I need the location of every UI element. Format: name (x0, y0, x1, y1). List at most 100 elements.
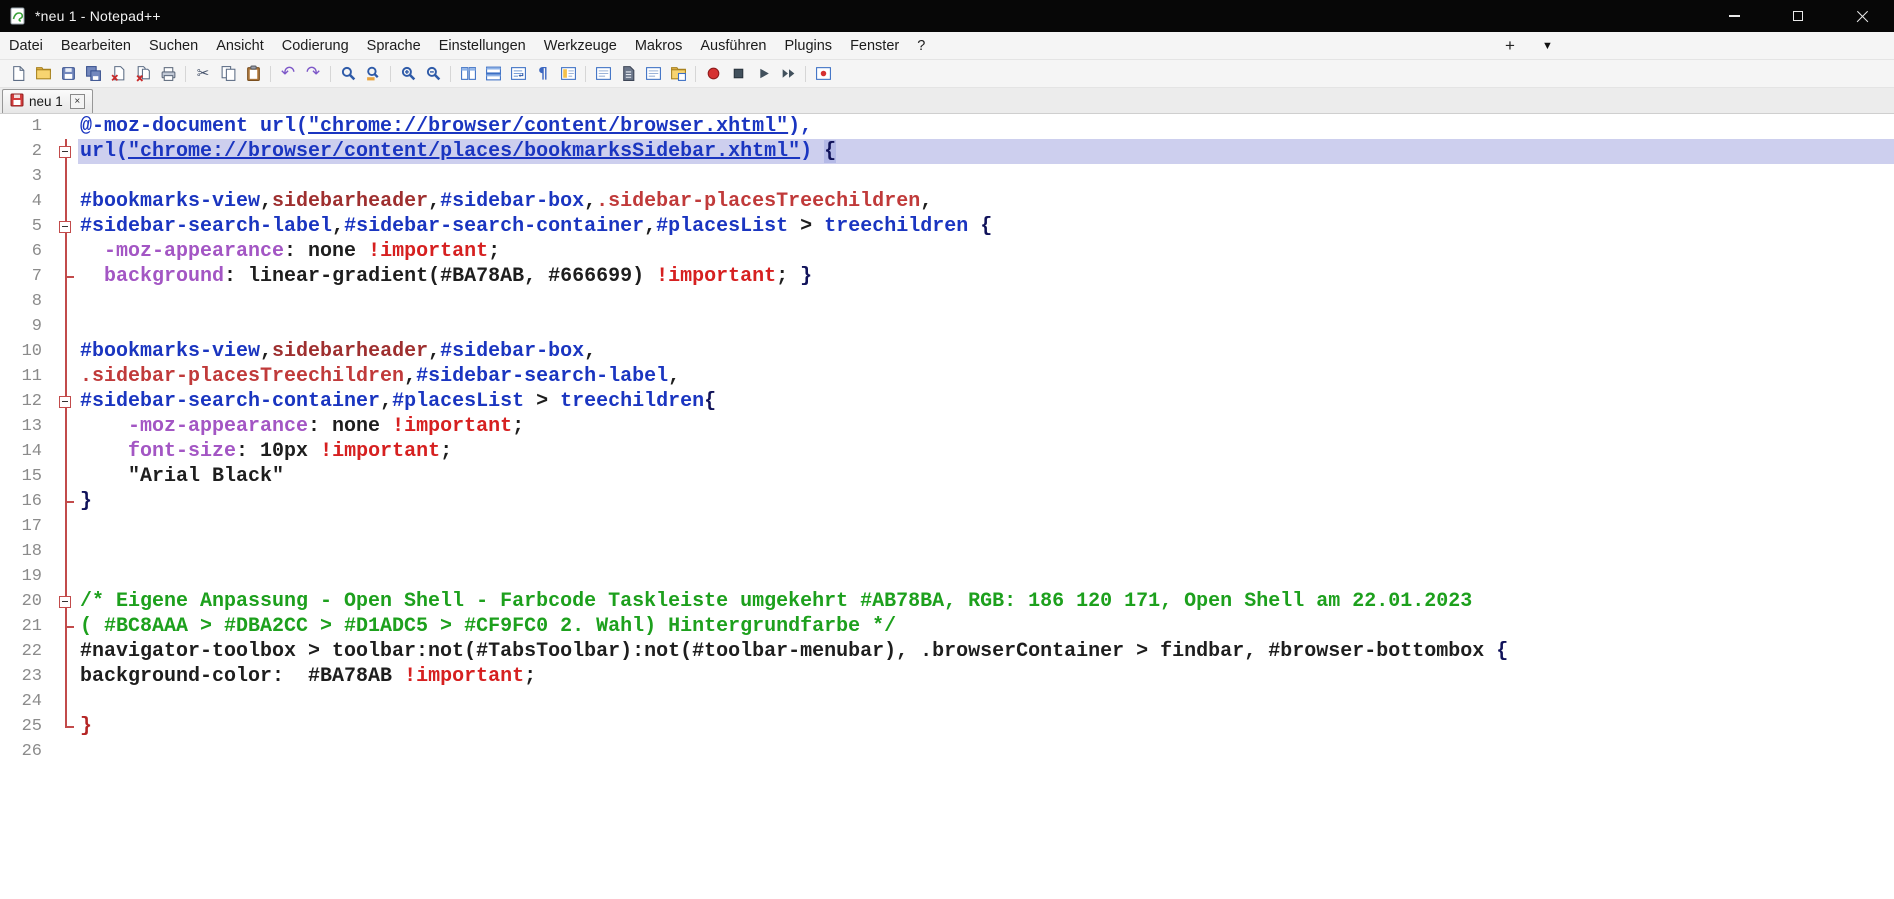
line-number[interactable]: 26 (0, 739, 54, 764)
menu-item-ausfuhren[interactable]: Ausführen (691, 32, 775, 59)
line-number[interactable]: 11 (0, 364, 54, 389)
line-number[interactable]: 5 (0, 214, 54, 239)
menu-item-datei[interactable]: Datei (0, 32, 52, 59)
find-icon[interactable] (336, 62, 360, 86)
word-wrap-icon[interactable] (506, 62, 530, 86)
close-file-icon[interactable] (106, 62, 130, 86)
line-number[interactable]: 25 (0, 714, 54, 739)
menu-item-help[interactable]: ? (908, 32, 934, 59)
code-text[interactable]: -moz-appearance: none !important; (78, 414, 1894, 439)
run-macro-multiple-icon[interactable] (776, 62, 800, 86)
code-text[interactable]: background: linear-gradient(#BA78AB, #66… (78, 264, 1894, 289)
line-number[interactable]: 6 (0, 239, 54, 264)
monitoring-icon[interactable] (811, 62, 835, 86)
code-text[interactable]: #bookmarks-view,sidebarheader,#sidebar-b… (78, 189, 1894, 214)
fold-collapse-marker[interactable] (54, 214, 78, 239)
code-line-1[interactable]: 1@-moz-document url("chrome://browser/co… (0, 114, 1894, 139)
print-icon[interactable] (156, 62, 180, 86)
code-line-10[interactable]: 10 #bookmarks-view,sidebarheader,#sidebar… (0, 339, 1894, 364)
code-text[interactable]: font-size: 10px !important; (78, 439, 1894, 464)
show-all-characters-icon[interactable]: ¶ (531, 62, 555, 86)
close-button[interactable] (1830, 0, 1894, 32)
code-text[interactable] (78, 564, 1894, 589)
code-line-19[interactable]: 19 (0, 564, 1894, 589)
fold-collapse-marker[interactable] (54, 389, 78, 414)
menu-item-werkzeuge[interactable]: Werkzeuge (535, 32, 626, 59)
code-line-20[interactable]: 20/* Eigene Anpassung - Open Shell - Far… (0, 589, 1894, 614)
code-text[interactable]: #bookmarks-view,sidebarheader,#sidebar-b… (78, 339, 1894, 364)
code-line-15[interactable]: 15 "Arial Black" (0, 464, 1894, 489)
line-number[interactable]: 13 (0, 414, 54, 439)
code-text[interactable] (78, 289, 1894, 314)
code-line-22[interactable]: 22#navigator-toolbox > toolbar:not(#Tabs… (0, 639, 1894, 664)
menu-item-suchen[interactable]: Suchen (140, 32, 207, 59)
replace-icon[interactable] (361, 62, 385, 86)
editor[interactable]: 1@-moz-document url("chrome://browser/co… (0, 114, 1894, 899)
menu-item-codierung[interactable]: Codierung (273, 32, 358, 59)
code-text[interactable]: } (78, 714, 1894, 739)
line-number[interactable]: 9 (0, 314, 54, 339)
menu-item-einstellungen[interactable]: Einstellungen (430, 32, 535, 59)
maximize-button[interactable] (1766, 0, 1830, 32)
line-number[interactable]: 23 (0, 664, 54, 689)
menu-item-ansicht[interactable]: Ansicht (207, 32, 273, 59)
line-number[interactable]: 18 (0, 539, 54, 564)
code-line-12[interactable]: 12#sidebar-search-container,#placesList … (0, 389, 1894, 414)
code-line-2[interactable]: 2 url("chrome://browser/content/places/bo… (0, 139, 1894, 164)
record-macro-icon[interactable] (701, 62, 725, 86)
code-line-9[interactable]: 9 (0, 314, 1894, 339)
code-line-21[interactable]: 21 ( #BC8AAA > #DBA2CC > #D1ADC5 > #CF9FC… (0, 614, 1894, 639)
code-text[interactable]: "Arial Black" (78, 464, 1894, 489)
line-number[interactable]: 21 (0, 614, 54, 639)
code-line-16[interactable]: 16} (0, 489, 1894, 514)
line-number[interactable]: 16 (0, 489, 54, 514)
fold-collapse-marker[interactable] (54, 139, 78, 164)
code-text[interactable]: #navigator-toolbox > toolbar:not(#TabsTo… (78, 639, 1894, 664)
save-all-icon[interactable] (81, 62, 105, 86)
code-text[interactable]: url("chrome://browser/content/places/boo… (78, 139, 1894, 164)
code-line-7[interactable]: 7 background: linear-gradient(#BA78AB, #… (0, 264, 1894, 289)
playback-macro-icon[interactable] (751, 62, 775, 86)
new-tab-plus-button[interactable]: + (1505, 32, 1515, 59)
folder-as-workspace-icon[interactable] (666, 62, 690, 86)
zoom-out-icon[interactable] (421, 62, 445, 86)
menu-item-plugins[interactable]: Plugins (776, 32, 842, 59)
line-number[interactable]: 12 (0, 389, 54, 414)
code-line-14[interactable]: 14 font-size: 10px !important; (0, 439, 1894, 464)
zoom-in-icon[interactable] (396, 62, 420, 86)
code-text[interactable] (78, 164, 1894, 189)
indent-guide-icon[interactable] (556, 62, 580, 86)
copy-icon[interactable] (216, 62, 240, 86)
code-line-13[interactable]: 13 -moz-appearance: none !important; (0, 414, 1894, 439)
code-text[interactable]: ( #BC8AAA > #DBA2CC > #D1ADC5 > #CF9FC0 … (78, 614, 1894, 639)
code-line-5[interactable]: 5 #sidebar-search-label,#sidebar-search-c… (0, 214, 1894, 239)
code-text[interactable]: -moz-appearance: none !important; (78, 239, 1894, 264)
code-line-4[interactable]: 4 #bookmarks-view,sidebarheader,#sidebar-… (0, 189, 1894, 214)
line-number[interactable]: 14 (0, 439, 54, 464)
sync-vertical-icon[interactable] (456, 62, 480, 86)
line-number[interactable]: 10 (0, 339, 54, 364)
line-number[interactable]: 19 (0, 564, 54, 589)
line-number[interactable]: 2 (0, 139, 54, 164)
redo-icon[interactable]: ↷ (301, 62, 325, 86)
menu-item-fenster[interactable]: Fenster (841, 32, 908, 59)
code-text[interactable]: /* Eigene Anpassung - Open Shell - Farbc… (78, 589, 1894, 614)
code-line-25[interactable]: 25} (0, 714, 1894, 739)
code-line-3[interactable]: 3 (0, 164, 1894, 189)
code-line-26[interactable]: 26 (0, 739, 1894, 764)
cut-icon[interactable]: ✂ (191, 62, 215, 86)
line-number[interactable]: 17 (0, 514, 54, 539)
undo-icon[interactable]: ↶ (276, 62, 300, 86)
menu-item-sprache[interactable]: Sprache (358, 32, 430, 59)
line-number[interactable]: 4 (0, 189, 54, 214)
save-icon[interactable] (56, 62, 80, 86)
code-line-6[interactable]: 6 -moz-appearance: none !important; (0, 239, 1894, 264)
code-line-8[interactable]: 8 (0, 289, 1894, 314)
open-file-icon[interactable] (31, 62, 55, 86)
code-text[interactable]: .sidebar-placesTreechildren,#sidebar-sea… (78, 364, 1894, 389)
code-line-24[interactable]: 24 (0, 689, 1894, 714)
line-number[interactable]: 24 (0, 689, 54, 714)
line-number[interactable]: 7 (0, 264, 54, 289)
sync-horizontal-icon[interactable] (481, 62, 505, 86)
code-text[interactable]: #sidebar-search-label,#sidebar-search-co… (78, 214, 1894, 239)
